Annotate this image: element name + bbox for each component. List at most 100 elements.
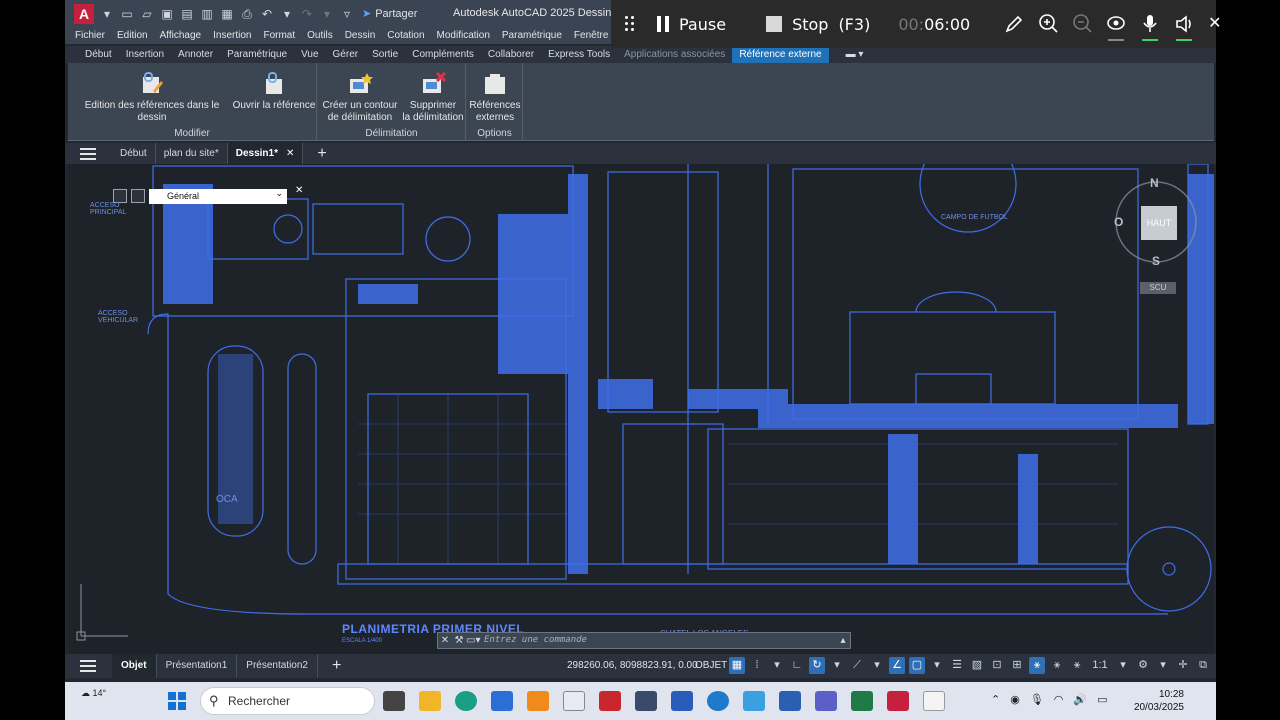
- workspace-dropdown-icon[interactable]: ▾: [1155, 657, 1171, 674]
- open-folder-icon[interactable]: ▱: [140, 7, 154, 21]
- menu-affichage[interactable]: Affichage: [160, 30, 202, 41]
- menu-parametrique[interactable]: Paramétrique: [502, 30, 562, 41]
- grid-icon[interactable]: ▦: [729, 657, 745, 674]
- tab-insertion[interactable]: Insertion: [119, 46, 171, 63]
- layer-state-icon[interactable]: [131, 189, 145, 203]
- new-file-icon[interactable]: ▭: [120, 7, 134, 21]
- sketchup-icon[interactable]: [635, 691, 657, 711]
- menu-modification[interactable]: Modification: [437, 30, 490, 41]
- transparency-icon[interactable]: ▧: [969, 657, 985, 674]
- isolate-objects-icon[interactable]: ⧉: [1195, 657, 1211, 674]
- layers-app-icon[interactable]: [671, 691, 693, 711]
- tab-complements[interactable]: Compléments: [405, 46, 481, 63]
- weather-widget[interactable]: ☁ 14°: [81, 688, 106, 699]
- create-clip-boundary-button[interactable]: Créer un contour de délimitation: [320, 67, 400, 124]
- new-tab-icon[interactable]: +: [317, 145, 326, 163]
- pen-app-icon[interactable]: [563, 691, 585, 711]
- object-snap-tracking-icon[interactable]: ∠: [889, 657, 905, 674]
- doc-tab-debut[interactable]: Début: [112, 143, 156, 164]
- save-icon[interactable]: ▣: [160, 7, 174, 21]
- coordinates-readout[interactable]: 298260.06, 8098823.91, 0.00: [567, 660, 698, 671]
- viewcube-south[interactable]: S: [1152, 254, 1160, 268]
- tray-chevron-icon[interactable]: ⌃: [991, 693, 1000, 706]
- tray-mic-icon[interactable]: 🎙: [1030, 693, 1044, 706]
- workspace-gear-icon[interactable]: ⚙: [1135, 657, 1151, 674]
- autocad-logo-icon[interactable]: A: [74, 3, 94, 24]
- media-player-icon[interactable]: [707, 691, 729, 711]
- autocad-taskbar-icon[interactable]: [887, 691, 909, 711]
- graphics-performance-icon[interactable]: ▭: [1215, 657, 1216, 674]
- menu-outils[interactable]: Outils: [307, 30, 333, 41]
- drag-handle-icon[interactable]: [625, 16, 635, 32]
- tab-vue[interactable]: Vue: [294, 46, 325, 63]
- ribbon-options-icon[interactable]: ▬ ▾: [839, 46, 871, 63]
- customize-wrench-icon[interactable]: ⚒: [452, 635, 466, 646]
- store-icon[interactable]: [491, 691, 513, 711]
- share-button[interactable]: ➤ Partager: [362, 7, 417, 21]
- doc-tab-dessin1[interactable]: Dessin1* ✕: [227, 143, 304, 164]
- command-input[interactable]: Entrez une commande: [484, 634, 832, 647]
- polar-dropdown-icon[interactable]: ▾: [829, 657, 845, 674]
- layer-dropdown[interactable]: Général: [149, 186, 287, 204]
- battery-icon[interactable]: ▭: [1097, 693, 1107, 706]
- print-icon[interactable]: ⎙: [240, 7, 254, 21]
- tab-parametrique[interactable]: Paramétrique: [220, 46, 294, 63]
- excel-icon[interactable]: [851, 691, 873, 711]
- ortho-icon[interactable]: ∟: [789, 657, 805, 674]
- tab-debut[interactable]: Début: [78, 46, 119, 63]
- task-view-icon[interactable]: [383, 691, 405, 711]
- camera-toggle[interactable]: [1106, 13, 1126, 41]
- pause-button[interactable]: Pause: [657, 15, 726, 34]
- tray-vpn-icon[interactable]: ◉: [1010, 693, 1020, 706]
- tab-express-tools[interactable]: Express Tools: [541, 46, 617, 63]
- pdf-reader-icon[interactable]: [599, 691, 621, 711]
- file-explorer-icon[interactable]: [419, 691, 441, 711]
- close-tab-icon[interactable]: ✕: [286, 148, 294, 159]
- redo-icon[interactable]: ↷: [300, 7, 314, 21]
- tab-sortie[interactable]: Sortie: [365, 46, 405, 63]
- close-layer-toolbar-icon[interactable]: ✕: [295, 185, 303, 196]
- zoom-in-icon[interactable]: [1038, 13, 1058, 35]
- tab-applications-associees[interactable]: Applications associées: [617, 46, 732, 63]
- layout-tab-presentation2[interactable]: Présentation2: [237, 654, 318, 678]
- undo-dropdown-icon[interactable]: ▾: [280, 7, 294, 21]
- customize-icon[interactable]: ▿: [340, 7, 354, 21]
- windows-start-icon[interactable]: [168, 692, 186, 710]
- microphone-toggle[interactable]: [1140, 13, 1160, 41]
- app-menu-icon[interactable]: [80, 147, 96, 160]
- notepad-icon[interactable]: [923, 691, 945, 711]
- lineweight-icon[interactable]: ☰: [949, 657, 965, 674]
- isodraft-dropdown-icon[interactable]: ▾: [869, 657, 885, 674]
- snap-icon[interactable]: ⁞: [749, 657, 765, 674]
- tab-reference-externe[interactable]: Référence externe: [732, 46, 829, 63]
- command-history-icon[interactable]: ▭▾: [466, 635, 480, 646]
- viewcube-north[interactable]: N: [1150, 176, 1159, 190]
- menu-cotation[interactable]: Cotation: [387, 30, 424, 41]
- viewcube-top-face[interactable]: HAUT: [1141, 206, 1177, 240]
- layer-properties-icon[interactable]: [113, 189, 127, 203]
- system-audio-toggle[interactable]: [1174, 13, 1194, 41]
- teams-icon[interactable]: [815, 691, 837, 711]
- auto-scale-icon[interactable]: ⚹: [1049, 657, 1065, 674]
- annotation-scale-value[interactable]: 1:1: [1089, 657, 1111, 674]
- tab-collaborer[interactable]: Collaborer: [481, 46, 541, 63]
- object-snap-dropdown-icon[interactable]: ▾: [929, 657, 945, 674]
- web-save-icon[interactable]: ▥: [200, 7, 214, 21]
- publish-icon[interactable]: ▦: [220, 7, 234, 21]
- snap-dropdown-icon[interactable]: ▾: [769, 657, 785, 674]
- layout-menu-icon[interactable]: [80, 660, 96, 672]
- taskbar-clock[interactable]: 10:28 20/03/2025: [1128, 688, 1184, 714]
- menu-fenetre[interactable]: Fenêtre: [574, 30, 608, 41]
- drawing-canvas[interactable]: Général ✕ CAMPO DE FUTBOL ACCESO PRINCIP…: [68, 164, 1214, 654]
- open-reference-button[interactable]: Ouvrir la référence: [232, 67, 316, 112]
- pen-icon[interactable]: [1004, 13, 1024, 35]
- command-expand-icon[interactable]: ▴: [836, 635, 850, 646]
- model-space-toggle[interactable]: OBJET: [695, 660, 727, 671]
- menu-format[interactable]: Format: [263, 30, 295, 41]
- undo-icon[interactable]: ↶: [260, 7, 274, 21]
- delete-clip-boundary-button[interactable]: Supprimer la délimitation: [400, 67, 466, 124]
- volume-icon[interactable]: 🔊: [1073, 693, 1087, 706]
- photos-icon[interactable]: [743, 691, 765, 711]
- viewcube-west[interactable]: O: [1114, 215, 1123, 229]
- isodraft-icon[interactable]: ⟋: [849, 657, 865, 674]
